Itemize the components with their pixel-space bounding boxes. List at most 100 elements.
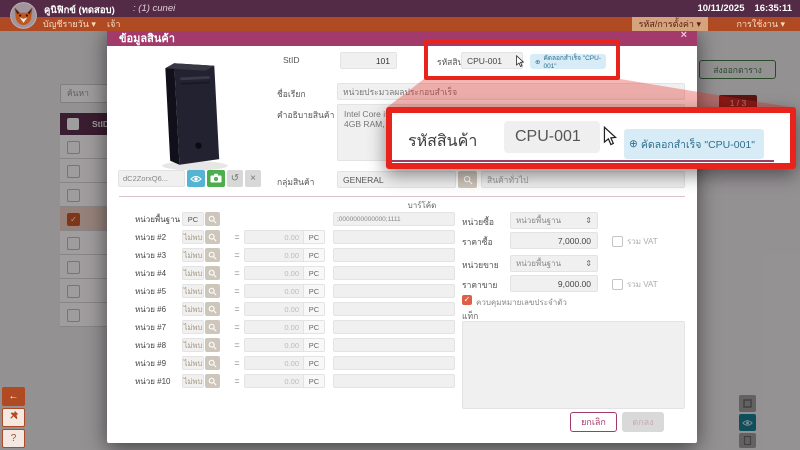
buy-unit-select[interactable]: หน่วยพื้นฐาน⇕ [510, 212, 598, 229]
buy-price-label: ราคาซื้อ [462, 235, 493, 249]
unit-search-button[interactable] [205, 212, 220, 226]
back-button[interactable]: ← [2, 387, 25, 406]
stid-label: StID [283, 55, 300, 65]
sell-vat-checkbox-row: รวม VAT [612, 278, 658, 291]
search-icon [208, 251, 217, 260]
session-label: : (1) cunei [133, 3, 175, 14]
search-icon [208, 287, 217, 296]
sell-unit-label: หน่วยขาย [462, 258, 499, 272]
eye-icon [190, 175, 202, 183]
unit-input[interactable]: ไม่พบ [182, 230, 204, 244]
buy-price-input[interactable]: 7,000.00 [510, 232, 598, 249]
qty-input[interactable]: 0.00 [244, 284, 304, 298]
unit-search-button[interactable] [205, 302, 220, 316]
unit-search-button[interactable] [205, 284, 220, 298]
unit-search-button[interactable] [205, 356, 220, 370]
unit-input[interactable]: ไม่พบ [182, 266, 204, 280]
barcode-input[interactable] [333, 302, 455, 316]
unit-search-button[interactable] [205, 338, 220, 352]
pin-button[interactable] [2, 408, 25, 427]
product-code-input[interactable]: CPU-001 [461, 52, 523, 69]
qty-input[interactable]: 0.00 [244, 266, 304, 280]
image-view-button[interactable] [187, 170, 205, 187]
unit-input[interactable]: ไม่พบ [182, 284, 204, 298]
qty-input[interactable]: 0.00 [244, 302, 304, 316]
help-button[interactable]: ? [2, 429, 25, 448]
barcode-input[interactable] [333, 374, 455, 388]
unit-input[interactable]: ไม่พบ [182, 338, 204, 352]
clear-icon: × [250, 173, 256, 184]
barcode-input[interactable] [333, 230, 455, 244]
menu-daily-journal[interactable]: บัญชีรายวัน ▾ [36, 17, 103, 31]
qty-input[interactable]: 0.00 [244, 230, 304, 244]
group-search-button[interactable] [458, 171, 477, 188]
barcode-input[interactable] [333, 266, 455, 280]
camera-icon [210, 173, 222, 183]
sell-unit-select[interactable]: หน่วยพื้นฐาน⇕ [510, 255, 598, 272]
qty-input[interactable]: 0.00 [244, 320, 304, 334]
barcode-input[interactable] [333, 356, 455, 370]
unit-row: หน่วย #10ไม่พบ=0.00PC [135, 372, 490, 390]
unit-input[interactable]: ไม่พบ [182, 320, 204, 334]
name-input[interactable]: หน่วยประมวลผลประกอบสำเร็จ [337, 83, 685, 100]
menubar: บัญชีรายวัน ▾ เจ้า รหัส/การตั้งค่า ▾ การ… [0, 17, 800, 31]
unit-input[interactable]: ไม่พบ [182, 302, 204, 316]
qty-input[interactable]: 0.00 [244, 248, 304, 262]
buy-vat-checkbox-row: รวม VAT [612, 235, 658, 248]
barcode-input[interactable]: ;0000000000000;1111 [333, 212, 455, 226]
undo-icon: ↺ [231, 173, 239, 184]
unit-search-button[interactable] [205, 230, 220, 244]
unit-search-button[interactable] [205, 266, 220, 280]
sell-price-label: ราคาขาย [462, 278, 497, 292]
help-icon: ? [11, 433, 17, 444]
menu-partners[interactable]: เจ้า [100, 17, 127, 31]
description-label: คำอธิบายสินค้า [277, 108, 334, 122]
serial-control-label: ควบคุมหมายเลขประจำตัว [476, 296, 567, 309]
unit-input[interactable]: ไม่พบ [182, 374, 204, 388]
ok-button[interactable]: ตกลง [622, 412, 664, 432]
pin-icon [9, 410, 19, 420]
barcode-input[interactable] [333, 248, 455, 262]
search-icon [463, 175, 473, 185]
tag-textarea[interactable] [462, 321, 685, 409]
unit-search-button[interactable] [205, 248, 220, 262]
divider [119, 196, 685, 197]
zoom-callout: รหัสสินค้า CPU-001 ⊕คัดลอกสำเร็จ "CPU-00… [386, 107, 796, 169]
group-code-input[interactable]: GENERAL [337, 171, 456, 188]
cancel-button[interactable]: ยกเลิก [570, 412, 617, 432]
vat-checkbox[interactable] [612, 236, 623, 247]
unit-row: หน่วย #6ไม่พบ=0.00PC [135, 300, 490, 318]
app-logo-fox-icon[interactable] [10, 2, 37, 29]
unit-row: หน่วย #9ไม่พบ=0.00PC [135, 354, 490, 372]
barcode-input[interactable] [333, 284, 455, 298]
menu-usage[interactable]: การใช้งาน ▾ [730, 17, 792, 31]
dialog-title: ข้อมูลสินค้า [119, 29, 175, 47]
callout-code-input: CPU-001 [504, 121, 600, 153]
stid-input[interactable]: 101 [340, 52, 397, 69]
barcode-input[interactable] [333, 320, 455, 334]
unit-row: หน่วย #7ไม่พบ=0.00PC [135, 318, 490, 336]
base-unit-input[interactable]: PC [182, 212, 204, 226]
qty-input[interactable]: 0.00 [244, 356, 304, 370]
callout-copy-tooltip: ⊕คัดลอกสำเร็จ "CPU-001" [624, 129, 764, 159]
vat-checkbox[interactable] [612, 279, 623, 290]
sort-arrows-icon: ⇕ [585, 216, 592, 225]
sell-price-input[interactable]: 9,000.00 [510, 275, 598, 292]
qty-input[interactable]: 0.00 [244, 338, 304, 352]
barcode-input[interactable] [333, 338, 455, 352]
search-icon [208, 215, 217, 224]
menu-codes-settings[interactable]: รหัส/การตั้งค่า ▾ [632, 17, 708, 31]
serial-control-checkbox[interactable]: ✓ [462, 295, 472, 305]
image-id-input[interactable]: dC2ZorxQ6... [118, 170, 185, 187]
unit-input[interactable]: ไม่พบ [182, 248, 204, 262]
image-camera-button[interactable] [207, 170, 225, 187]
image-undo-button[interactable]: ↺ [227, 170, 243, 187]
unit-search-button[interactable] [205, 374, 220, 388]
unit-search-button[interactable] [205, 320, 220, 334]
mouse-cursor-icon [515, 55, 525, 68]
qty-input[interactable]: 0.00 [244, 374, 304, 388]
unit-input[interactable]: ไม่พบ [182, 356, 204, 370]
image-clear-button[interactable]: × [245, 170, 261, 187]
clock: 10/11/202516:35:11 [687, 3, 792, 14]
group-name-input[interactable]: สินค้าทั่วไป [481, 171, 685, 188]
